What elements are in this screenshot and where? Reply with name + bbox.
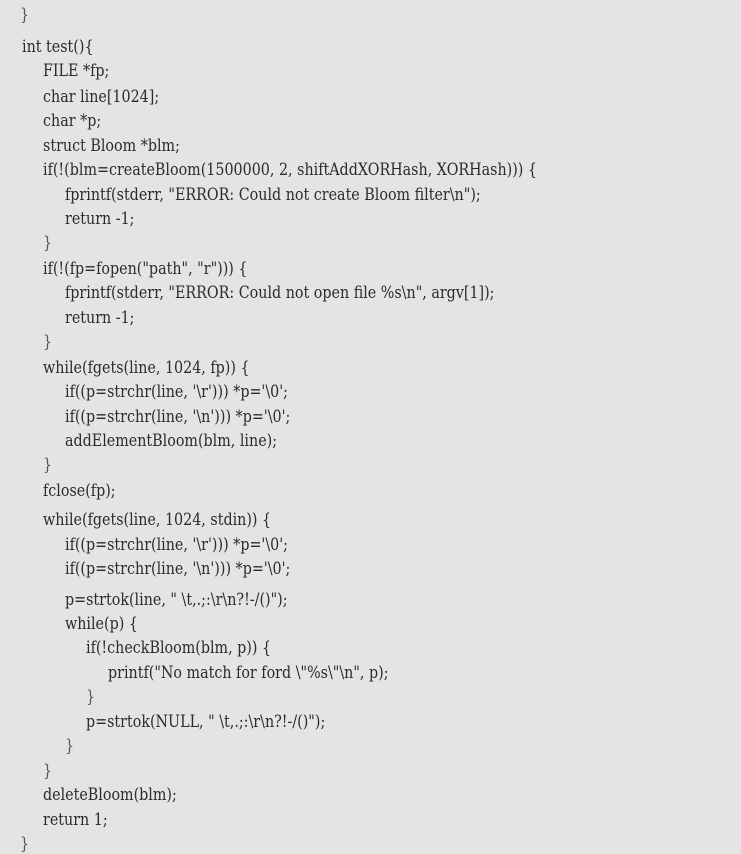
code-line-12: return -1; (65, 308, 135, 328)
code-line-23: p=strtok(line, " \t,.;:\r\n?!-/()"); (65, 590, 288, 610)
code-line-26: printf("No match for ford \"%s\"\n", p); (108, 663, 389, 683)
code-line-17: addElementBloom(blm, line); (65, 431, 278, 451)
code-line-22: if((p=strchr(line, '\n'))) *p='\0'; (65, 559, 291, 579)
code-line-11: fprintf(stderr, "ERROR: Could not open f… (65, 283, 495, 303)
code-line-1: int test(){ (22, 37, 94, 57)
code-line-25: if(!checkBloom(blm, p)) { (86, 638, 272, 658)
code-line-21: if((p=strchr(line, '\r'))) *p='\0'; (65, 535, 288, 555)
code-line-0: } (20, 5, 30, 25)
code-line-29: } (65, 736, 75, 756)
code-line-13: } (43, 332, 53, 352)
code-line-14: while(fgets(line, 1024, fp)) { (43, 358, 250, 378)
code-line-3: char line[1024]; (43, 87, 160, 107)
code-line-31: deleteBloom(blm); (43, 785, 177, 805)
code-line-8: return -1; (65, 209, 135, 229)
code-line-27: } (86, 687, 96, 707)
code-line-7: fprintf(stderr, "ERROR: Could not create… (65, 185, 481, 205)
code-line-16: if((p=strchr(line, '\n'))) *p='\0'; (65, 407, 291, 427)
code-line-5: struct Bloom *blm; (43, 136, 180, 156)
code-listing: } int test(){ FILE *fp; char line[1024];… (0, 0, 741, 854)
code-line-32: return 1; (43, 810, 108, 830)
code-line-24: while(p) { (65, 614, 138, 634)
code-line-33: } (20, 834, 30, 854)
code-line-30: } (43, 761, 53, 781)
code-line-4: char *p; (43, 111, 102, 131)
code-line-19: fclose(fp); (43, 481, 116, 501)
code-line-28: p=strtok(NULL, " \t,.;:\r\n?!-/()"); (86, 712, 326, 732)
code-line-18: } (43, 455, 53, 475)
code-line-6: if(!(blm=createBloom(1500000, 2, shiftAd… (43, 160, 537, 180)
code-line-20: while(fgets(line, 1024, stdin)) { (43, 510, 272, 530)
code-line-9: } (43, 233, 53, 253)
code-line-2: FILE *fp; (43, 61, 110, 81)
code-line-10: if(!(fp=fopen("path", "r"))) { (43, 259, 248, 279)
code-line-15: if((p=strchr(line, '\r'))) *p='\0'; (65, 382, 288, 402)
